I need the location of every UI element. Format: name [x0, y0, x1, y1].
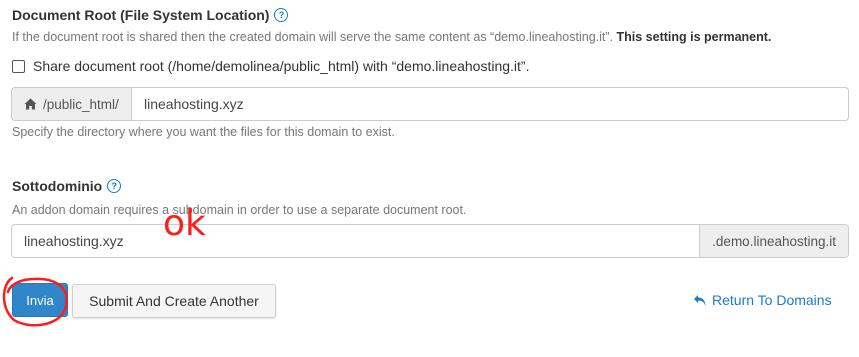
subdomain-input-group: lineahosting.xyz .demo.lineahosting.it [11, 224, 849, 258]
home-icon [24, 98, 37, 110]
docroot-path-help: Specify the directory where you want the… [12, 125, 395, 139]
reply-arrow-icon [694, 294, 706, 306]
submit-and-create-another-button[interactable]: Submit And Create Another [72, 284, 276, 318]
question-circle-icon[interactable]: ? [274, 8, 289, 22]
docroot-input-group: /public_html/ lineahosting.xyz [11, 87, 849, 121]
share-docroot-row[interactable]: Share document root (/home/demolinea/pub… [12, 58, 529, 74]
subdomain-title: Sottodominio ? [12, 178, 122, 194]
return-to-domains-label[interactable]: Return To Domains [712, 292, 832, 308]
docroot-prefix-text: /public_html/ [43, 96, 119, 112]
subdomain-description: An addon domain requires a subdomain in … [12, 203, 467, 217]
docroot-description: If the document root is shared then the … [12, 30, 771, 44]
docroot-title-text: Document Root (File System Location) [12, 7, 270, 23]
docroot-prefix-addon: /public_html/ [12, 88, 132, 120]
addon-domain-form: Document Root (File System Location) ? I… [0, 0, 859, 357]
docroot-title: Document Root (File System Location) ? [12, 7, 289, 23]
share-docroot-label[interactable]: Share document root (/home/demolinea/pub… [33, 58, 529, 74]
subdomain-title-text: Sottodominio [12, 178, 103, 194]
subdomain-suffix-addon: .demo.lineahosting.it [699, 225, 848, 257]
docroot-path-input[interactable]: lineahosting.xyz [132, 88, 848, 120]
subdomain-input[interactable]: lineahosting.xyz [12, 225, 699, 257]
docroot-description-text: If the document root is shared then the … [12, 30, 614, 44]
annotation-ok: ok [163, 203, 206, 244]
annotation-circle [2, 276, 68, 327]
share-docroot-checkbox[interactable] [12, 59, 25, 73]
return-to-domains-link[interactable]: Return To Domains [693, 292, 832, 308]
question-circle-icon[interactable]: ? [107, 179, 122, 193]
docroot-permanent-note: This setting is permanent. [616, 30, 772, 44]
